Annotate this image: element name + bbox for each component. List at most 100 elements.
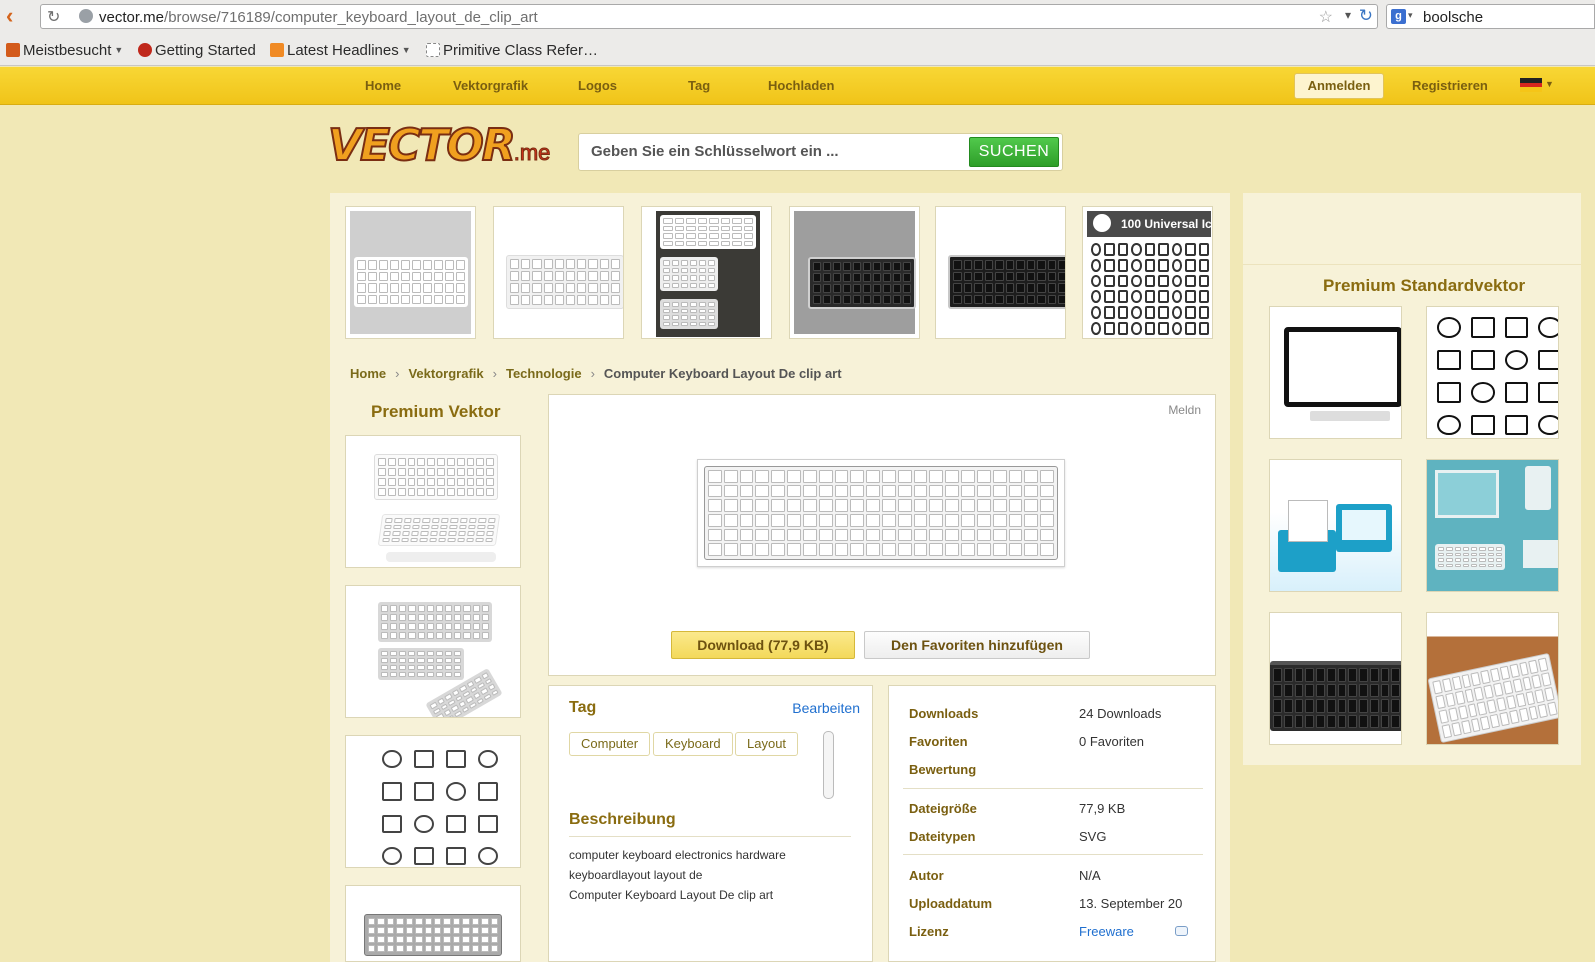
related-thumbnail[interactable]	[493, 206, 624, 339]
key	[672, 282, 679, 288]
key	[663, 225, 673, 231]
key	[444, 665, 452, 670]
bookmark-primitive-class[interactable]: Primitive Class Refer…	[426, 42, 598, 59]
upload-date-label: Uploaddatum	[909, 896, 993, 911]
premium-thumbnail[interactable]	[1426, 459, 1559, 592]
key	[412, 260, 421, 270]
most-visited-icon	[6, 43, 20, 57]
related-thumbnail[interactable]	[935, 206, 1066, 339]
key	[818, 484, 833, 498]
glyph-icon	[1117, 243, 1129, 256]
key	[1026, 294, 1036, 304]
license-link[interactable]: Freeware	[1079, 924, 1134, 939]
key	[866, 543, 880, 556]
premium-thumbnail[interactable]	[345, 885, 521, 962]
key	[1462, 552, 1469, 556]
key	[850, 543, 865, 556]
key	[408, 614, 416, 621]
premium-thumbnail[interactable]	[345, 735, 521, 868]
glyph-icon	[1131, 258, 1142, 272]
key	[720, 225, 730, 231]
search-button[interactable]: SUCHEN	[969, 137, 1059, 167]
google-icon[interactable]: g	[1391, 9, 1406, 24]
site-logo[interactable]: VECTOR.me	[327, 119, 563, 180]
chevron-down-icon[interactable]: ▼	[1545, 79, 1554, 89]
favorites-value: 0 Favoriten	[1079, 734, 1145, 749]
premium-thumbnail[interactable]	[1269, 612, 1402, 745]
back-arrow-icon[interactable]: ‹	[6, 5, 28, 28]
premium-thumbnail[interactable]	[345, 585, 521, 718]
key	[446, 478, 455, 486]
key	[995, 260, 1004, 270]
premium-thumbnail[interactable]	[1269, 459, 1402, 592]
tag-chip[interactable]: Layout	[735, 732, 799, 756]
key	[787, 499, 801, 512]
nav-vektorgrafik[interactable]: Vektorgrafik	[453, 78, 528, 93]
key	[426, 614, 434, 621]
key	[818, 470, 833, 483]
history-dropdown-icon[interactable]: ▾	[1345, 8, 1351, 22]
register-link[interactable]: Registrieren	[1412, 78, 1488, 93]
key	[1441, 678, 1453, 693]
engine-dropdown-icon[interactable]: ▾	[1408, 10, 1413, 21]
key	[709, 240, 719, 246]
tag-chip[interactable]: Computer	[569, 732, 651, 756]
edit-tags-link[interactable]: Bearbeiten	[792, 700, 860, 716]
keyboard-preview-image[interactable]	[697, 459, 1065, 567]
key	[1462, 558, 1469, 562]
bookmark-latest-headlines[interactable]: Latest Headlines ▼	[270, 42, 411, 59]
related-thumbnail[interactable]: 100 Universal Ico	[1082, 206, 1213, 339]
key	[743, 240, 753, 246]
key	[417, 488, 426, 496]
de-flag-icon[interactable]	[1520, 78, 1542, 92]
search-input[interactable]	[591, 143, 951, 160]
premium-thumbnail[interactable]	[345, 435, 521, 568]
login-button[interactable]: Anmelden	[1294, 73, 1384, 99]
key	[1461, 673, 1472, 689]
breadcrumb-technologie[interactable]: Technologie	[506, 366, 582, 381]
key	[397, 488, 406, 496]
nav-hochladen[interactable]: Hochladen	[768, 78, 834, 93]
key	[929, 543, 944, 556]
report-link[interactable]: Meldn	[1168, 403, 1201, 417]
bookmark-star-icon[interactable]: ☆	[1319, 7, 1333, 27]
breadcrumb-vektorgrafik[interactable]: Vektorgrafik	[408, 366, 483, 381]
key	[407, 488, 416, 496]
premium-thumbnail[interactable]	[1426, 612, 1559, 745]
premium-thumbnail[interactable]	[1426, 306, 1559, 439]
reload-icon[interactable]: ↻	[1359, 6, 1373, 26]
key	[755, 484, 770, 498]
download-button[interactable]: Download (77,9 KB)	[671, 631, 855, 659]
breadcrumb-home[interactable]: Home	[350, 366, 386, 381]
browser-search-input[interactable]: boolsche	[1423, 9, 1483, 26]
key	[984, 271, 994, 281]
browser-search-bar[interactable]: g ▾ boolsche	[1386, 4, 1595, 29]
url-text[interactable]: vector.me/browse/716189/computer_keyboar…	[99, 9, 538, 26]
key	[961, 484, 975, 498]
glyph-icon	[1538, 414, 1558, 435]
related-thumbnail[interactable]	[789, 206, 920, 339]
key	[453, 651, 461, 656]
nav-home[interactable]: Home	[365, 78, 401, 93]
nav-logos[interactable]: Logos	[578, 78, 617, 93]
tag-chip[interactable]: Keyboard	[653, 732, 733, 756]
related-thumbnail[interactable]	[345, 206, 476, 339]
key	[755, 528, 770, 542]
tag-scrollbar[interactable]	[823, 731, 834, 799]
add-favorite-button[interactable]: Den Favoriten hinzufügen	[864, 631, 1090, 659]
key	[709, 218, 719, 224]
key	[1040, 513, 1054, 527]
key	[1446, 552, 1453, 556]
glyph-icon	[1185, 243, 1196, 256]
address-bar[interactable]: ↻ vector.me/browse/716189/computer_keybo…	[40, 4, 1378, 29]
key	[873, 295, 881, 304]
speech-bubble-icon[interactable]	[1175, 926, 1188, 936]
key	[974, 260, 983, 270]
premium-thumbnail[interactable]	[1269, 306, 1402, 439]
related-thumbnail[interactable]	[641, 206, 772, 339]
key	[945, 484, 960, 498]
bookmark-getting-started[interactable]: Getting Started	[138, 42, 256, 59]
nav-tag[interactable]: Tag	[688, 78, 710, 93]
site-identity-icon[interactable]: ↻	[47, 7, 60, 27]
bookmark-meistbesucht[interactable]: Meistbesucht ▼	[6, 42, 123, 59]
